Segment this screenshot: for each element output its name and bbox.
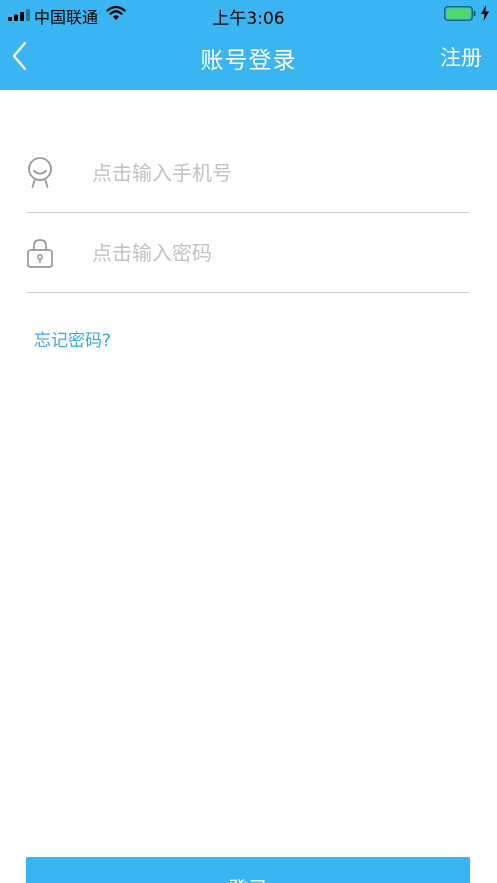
page-title: 账号登录 xyxy=(200,48,297,74)
nav-bar: 账号登录 注册 xyxy=(0,28,497,90)
password-input[interactable] xyxy=(92,233,462,273)
top-bar: 中国联通 上午3:06 账号登录 注册 xyxy=(0,0,497,90)
phone-field xyxy=(26,133,470,213)
phone-input[interactable] xyxy=(92,153,462,193)
user-icon xyxy=(28,157,52,188)
password-field xyxy=(26,213,470,293)
charging-bolt-icon xyxy=(481,5,489,21)
forgot-password-link[interactable]: 忘记密码? xyxy=(34,326,111,351)
lock-icon xyxy=(27,239,53,268)
status-time: 上午3:06 xyxy=(212,9,285,29)
status-bar: 中国联通 上午3:06 xyxy=(0,0,497,29)
register-button[interactable]: 注册 xyxy=(440,42,482,72)
battery-icon xyxy=(444,6,476,21)
login-button[interactable]: 登录 xyxy=(26,857,470,883)
